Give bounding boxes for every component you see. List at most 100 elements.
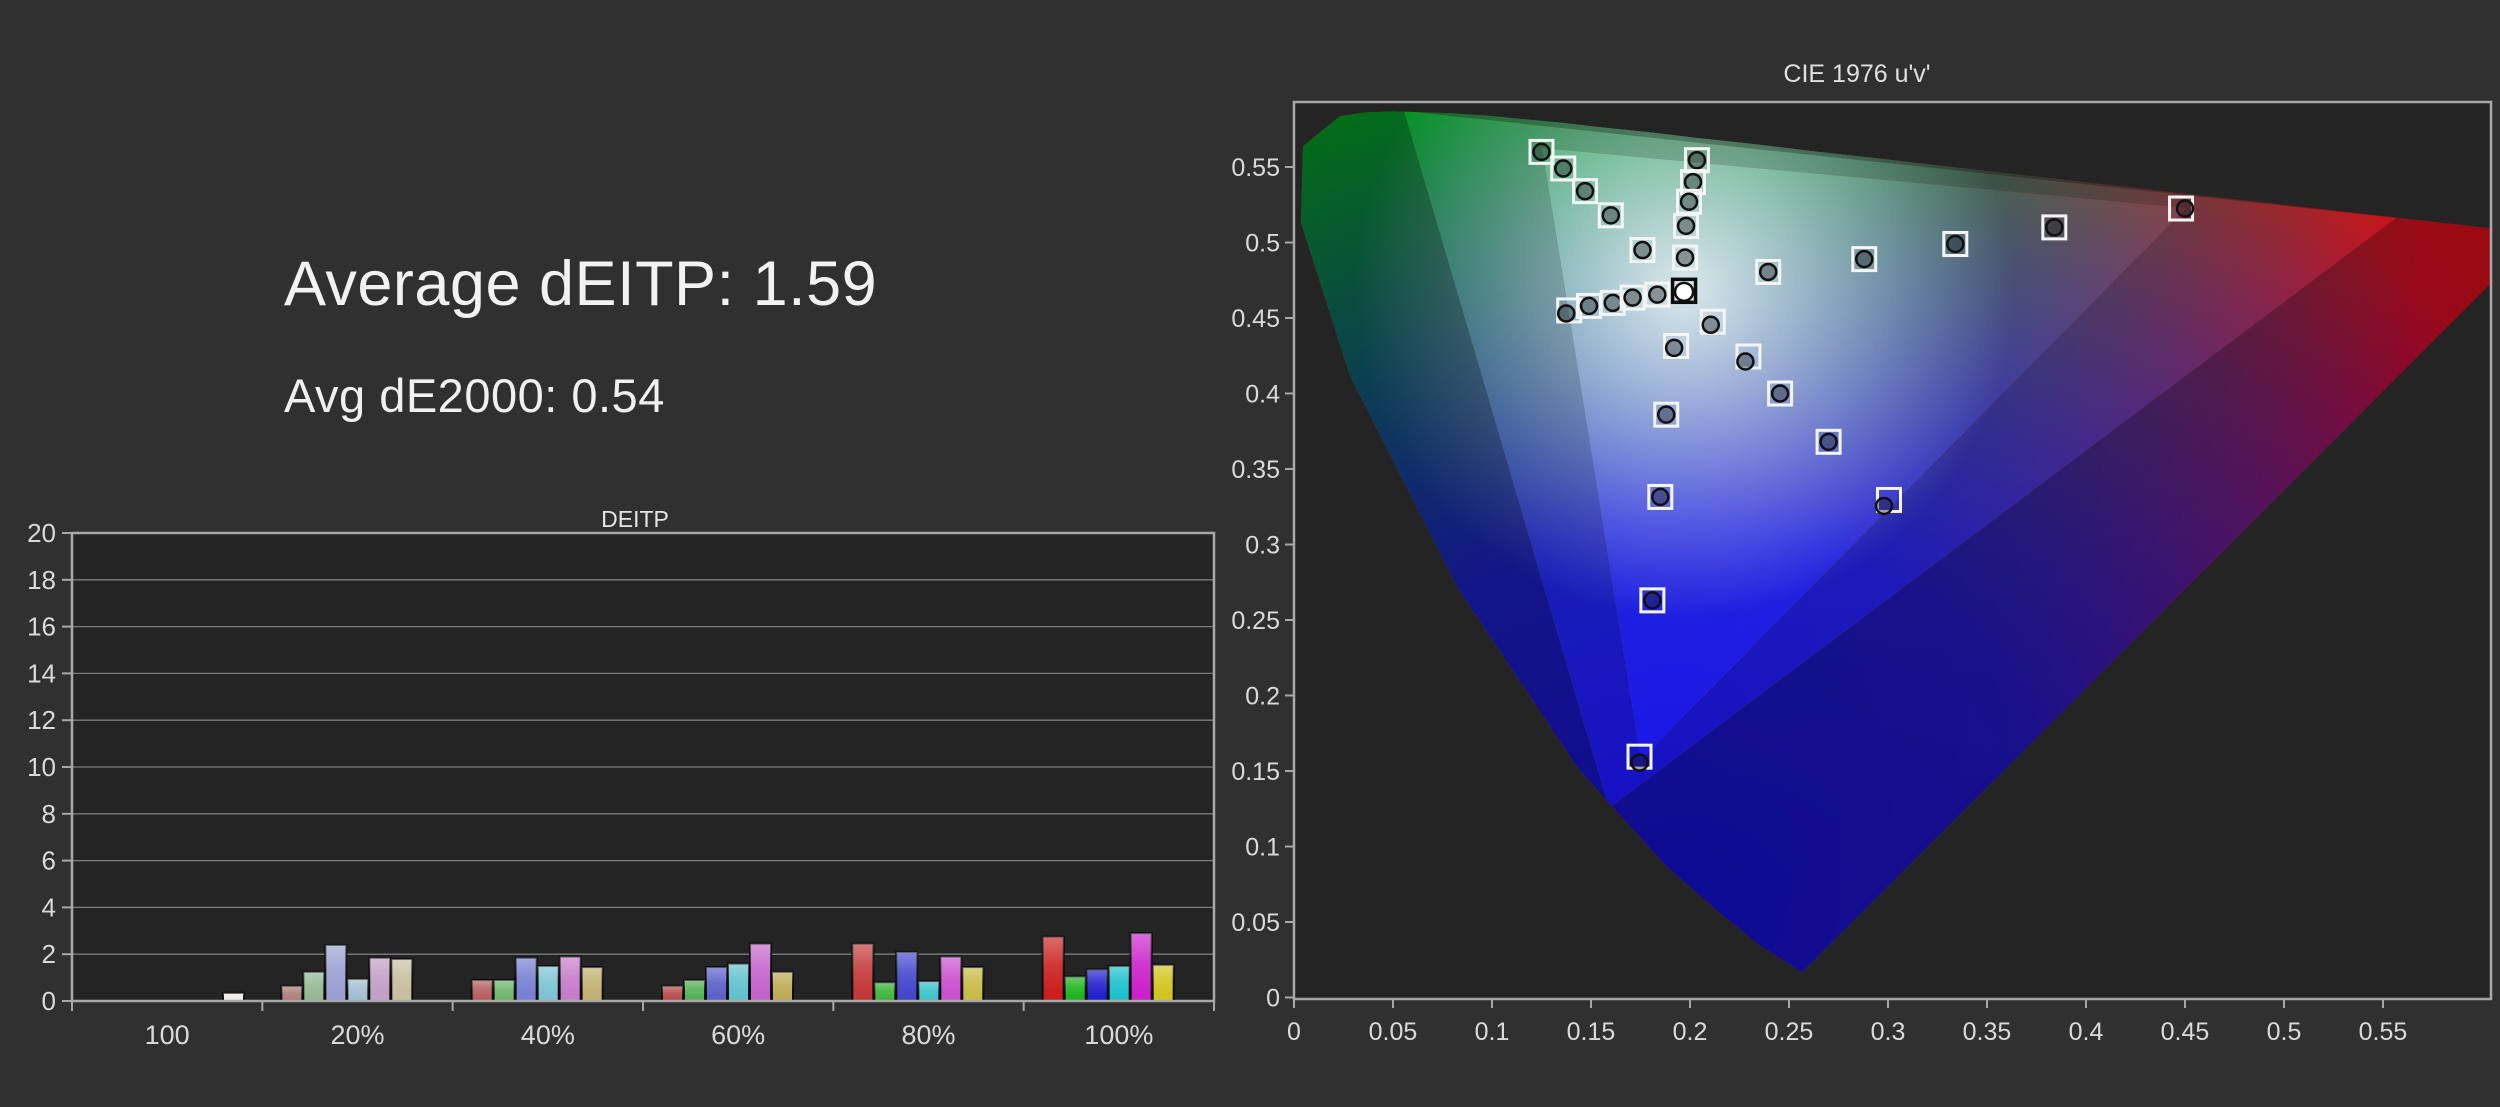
bar-shine (772, 971, 793, 1001)
yellow-sweep-40pct-measured-dot (1683, 172, 1703, 192)
y-tick-label: 0.05 (1231, 909, 1280, 937)
green-sweep-60pct-measured-dot (1575, 181, 1595, 201)
x-group-label: 80% (901, 1020, 955, 1050)
magenta-sweep-60pct-measured-dot (1770, 384, 1790, 403)
cyan-sweep-80pct-measured-dot (1623, 288, 1642, 307)
cyan-sweep-100pct-measured-dot (1648, 285, 1667, 304)
bar-shine (940, 956, 962, 1001)
x-tick-label: 0.55 (2359, 1018, 2408, 1046)
blue-sweep-100pct-measured-dot (1630, 753, 1649, 772)
green-sweep-100pct-measured-dot (1633, 240, 1652, 260)
y-tick-label: 12 (27, 705, 56, 735)
y-tick-label: 0.45 (1231, 305, 1280, 333)
x-group-label: 20% (330, 1020, 384, 1050)
deitp-chart-title: DEITP (601, 506, 669, 532)
y-tick-label: 0.5 (1245, 230, 1280, 258)
x-group-label: 100% (1084, 1020, 1153, 1050)
y-tick-label: 18 (27, 565, 56, 595)
yellow-sweep-20pct-measured-dot (1687, 150, 1707, 170)
y-tick-label: 0.25 (1231, 607, 1280, 635)
bar-shine (1130, 933, 1152, 1001)
y-tick-label: 0.55 (1231, 154, 1280, 182)
y-tick-label: 4 (42, 892, 56, 922)
bar-shine (750, 943, 771, 1001)
bar-shine (347, 978, 369, 1001)
bar-shine (962, 967, 984, 1001)
x-tick-label: 0.45 (2161, 1018, 2210, 1046)
magenta-sweep-40pct-measured-dot (1736, 352, 1755, 371)
x-tick-label: 0.2 (1673, 1018, 1708, 1046)
y-tick-label: 14 (27, 658, 56, 688)
blue-sweep-40pct-measured-dot (1656, 405, 1676, 424)
y-tick-label: 0 (42, 986, 56, 1016)
bar-shine (515, 957, 537, 1001)
y-tick-label: 0.35 (1231, 456, 1280, 484)
cie-1976-diagram: 0 0.05 0.1 0.15 0.2 0.25 0.3 0.35 0.4 0.45 0.5 0.55… (1231, 60, 2493, 1046)
cie-chart-title: CIE 1976 u'v' (1783, 60, 1930, 88)
bar-shine (706, 967, 727, 1001)
y-tick-label: 0.15 (1231, 758, 1280, 786)
x-tick-label: 0.4 (2069, 1018, 2104, 1046)
x-group-label: 60% (711, 1020, 765, 1050)
y-tick-label: 0.4 (1245, 381, 1280, 409)
bar-shine (391, 958, 413, 1001)
red-sweep-80pct-measured-dot (2045, 218, 2064, 237)
blue-sweep-20pct-measured-dot (1664, 338, 1684, 358)
blue-sweep-80pct-measured-dot (1643, 591, 1662, 610)
bar-shine (369, 957, 391, 1001)
bar-shine (581, 967, 603, 1001)
x-tick-label: 0.35 (1963, 1018, 2012, 1046)
y-tick-label: 6 (42, 846, 56, 876)
x-tick-label: 0 (1287, 1018, 1301, 1046)
bar-shine (493, 979, 515, 1001)
bar-shine (1064, 976, 1086, 1001)
green-sweep-80pct-measured-dot (1601, 206, 1621, 225)
bar-shine (662, 985, 683, 1001)
x-tick-label: 0.05 (1369, 1018, 1418, 1046)
x-tick-label: 0.3 (1871, 1018, 1906, 1046)
magenta-sweep-100pct-measured-dot (1874, 496, 1894, 516)
bar-shine (728, 963, 749, 1001)
bar-shine (896, 951, 918, 1001)
cyan-sweep-60pct-measured-dot (1603, 293, 1623, 313)
yellow-sweep-100pct-measured-dot (1675, 248, 1695, 267)
y-tick-label: 8 (42, 799, 56, 829)
bar-shine (325, 944, 347, 1001)
cyan-sweep-40pct-measured-dot (1579, 296, 1599, 316)
x-tick-label: 0.25 (1765, 1018, 1814, 1046)
red-sweep-60pct-measured-dot (1946, 234, 1965, 254)
bar-shine (852, 943, 874, 1001)
magenta-sweep-20pct-measured-dot (1701, 315, 1721, 335)
y-tick-label: 0.3 (1245, 532, 1280, 560)
red-sweep-100pct-measured-dot (2175, 199, 2195, 218)
bar-shine (1042, 936, 1064, 1001)
y-tick-label: 20 (27, 518, 56, 548)
bar-shine (559, 956, 581, 1001)
green-sweep-20pct-measured-dot (1532, 142, 1551, 162)
magenta-sweep-80pct-measured-dot (1819, 432, 1838, 452)
bar-shine (281, 985, 303, 1001)
bar-shine (1086, 969, 1108, 1001)
bar-shine (1152, 964, 1174, 1001)
x-group-label: 100 (145, 1020, 190, 1050)
green-sweep-40pct-measured-dot (1554, 159, 1573, 178)
bar-shine (684, 979, 705, 1001)
bar-shine (537, 965, 559, 1001)
x-group-label: 40% (521, 1020, 575, 1050)
x-tick-label: 0.1 (1475, 1018, 1510, 1046)
white-point-measured-dot (1673, 281, 1695, 303)
y-tick-label: 0 (1266, 985, 1280, 1013)
red-sweep-40pct-measured-dot (1854, 249, 1874, 269)
x-tick-label: 0.15 (1567, 1018, 1616, 1046)
y-tick-label: 10 (27, 752, 56, 782)
blue-sweep-60pct-measured-dot (1651, 487, 1670, 507)
y-tick-label: 2 (42, 939, 56, 969)
y-tick-label: 0.1 (1245, 834, 1280, 862)
calibration-report-page: Average dEITP: 1.59 Avg dE2000: 0.54 0 2… (0, 0, 2500, 1107)
bar-shine (471, 979, 493, 1001)
red-sweep-20pct-measured-dot (1758, 262, 1778, 282)
bar-shine (1108, 965, 1130, 1001)
cyan-sweep-20pct-measured-dot (1556, 304, 1576, 323)
deitp-bar-chart: 0 2 4 6 8 10 12 14 16 18 20 100 20% 40% 60% 80% 100% DEI… (27, 506, 1216, 1050)
bar-shine (303, 971, 325, 1001)
